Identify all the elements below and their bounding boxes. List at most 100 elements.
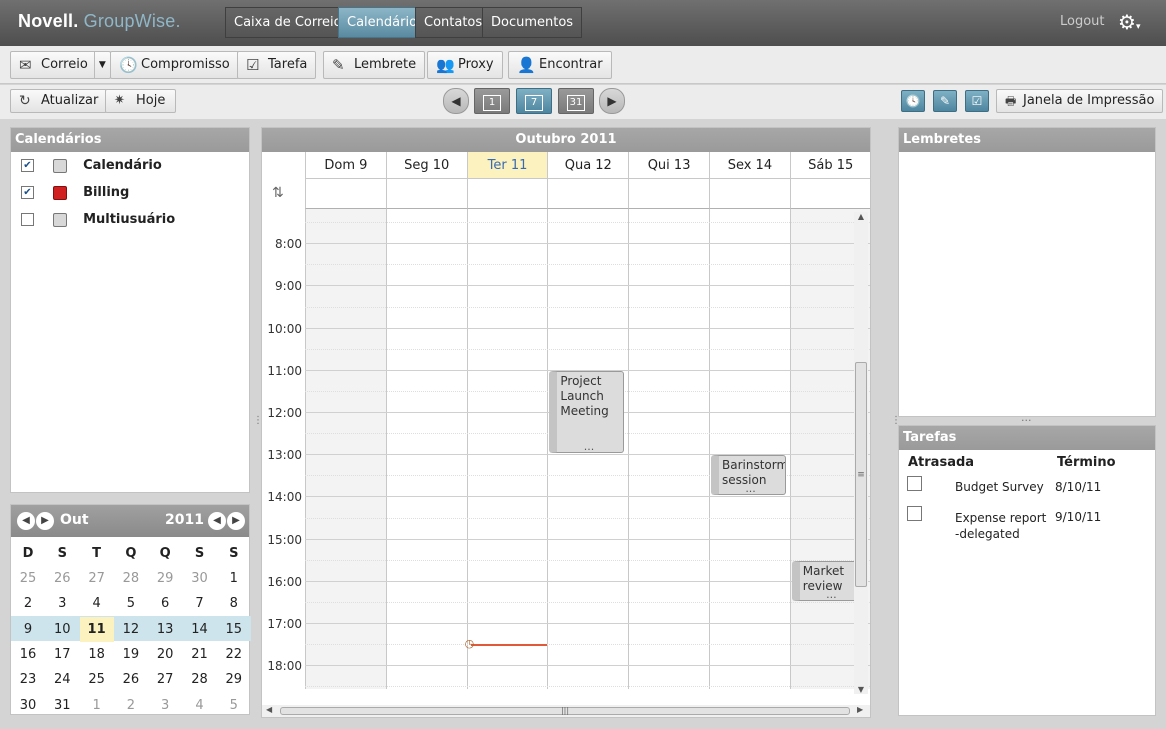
scroll-down-icon[interactable]: ▼ (854, 685, 868, 694)
day-column[interactable] (709, 209, 790, 689)
prev-year-button[interactable]: ◀ (208, 512, 226, 530)
all-day-cell[interactable] (466, 179, 548, 209)
mini-calendar-day[interactable]: 3 (45, 591, 79, 616)
mini-calendar-day[interactable]: 26 (45, 566, 79, 591)
event-resize-handle[interactable]: ... (584, 439, 595, 452)
calendar-event[interactable]: Barinstorm session... (711, 455, 786, 496)
mini-calendar-day[interactable]: 27 (80, 566, 114, 591)
mini-calendar-day[interactable]: 31 (45, 693, 79, 718)
chevron-down-icon[interactable]: ▼ (93, 52, 110, 78)
mini-calendar-day[interactable]: 7 (183, 591, 217, 616)
encontrar-button[interactable]: 👤 Encontrar (508, 51, 612, 79)
mini-calendar-day[interactable]: 8 (217, 591, 251, 616)
day-column[interactable] (305, 209, 386, 689)
atualizar-button[interactable]: ↻ Atualizar (10, 89, 108, 113)
month-view-button[interactable]: 31 (558, 88, 594, 114)
calendar-checkbox[interactable]: ✔ (21, 186, 34, 199)
previous-week-button[interactable]: ◀ (443, 88, 469, 114)
mini-calendar-day[interactable]: 13 (148, 617, 182, 642)
scroll-up-icon[interactable]: ▲ (854, 212, 868, 221)
task-check-icon[interactable]: ☑ (965, 90, 989, 112)
mini-calendar-day[interactable]: 21 (183, 642, 217, 667)
next-year-button[interactable]: ▶ (227, 512, 245, 530)
mini-calendar-day[interactable]: 3 (148, 693, 182, 718)
mini-calendar-day[interactable]: 14 (183, 617, 217, 642)
mini-calendar-day[interactable]: 12 (114, 617, 148, 642)
mini-calendar-day[interactable]: 18 (80, 642, 114, 667)
mini-calendar-day[interactable]: 26 (114, 667, 148, 692)
mini-calendar-day[interactable]: 20 (148, 642, 182, 667)
all-day-cell[interactable] (385, 179, 467, 209)
mini-calendar-day[interactable]: 29 (148, 566, 182, 591)
scroll-left-icon[interactable]: ◀ (266, 705, 272, 714)
clock-icon[interactable]: 🕓 (901, 90, 925, 112)
horizontal-scrollbar[interactable]: ◀ ||| ▶ (262, 705, 870, 717)
print-window-button[interactable]: 🖶 Janela de Impressão (996, 89, 1164, 113)
mini-calendar-day[interactable]: 11 (79, 616, 114, 642)
proxy-button[interactable]: 👥 Proxy (427, 51, 503, 79)
mini-calendar-day[interactable]: 30 (183, 566, 217, 591)
day-header[interactable]: Seg 10 (385, 152, 467, 179)
sort-icon[interactable]: ⇅ (272, 185, 284, 201)
all-day-cell[interactable] (709, 179, 790, 209)
calendar-checkbox[interactable] (21, 213, 34, 226)
day-header[interactable]: Qui 13 (628, 152, 709, 179)
logout-link[interactable]: Logout (1060, 14, 1105, 29)
tab-calendario[interactable]: Calendário (338, 7, 427, 38)
day-header[interactable]: Qua 12 (547, 152, 629, 179)
horizontal-scroll-thumb[interactable]: ||| (280, 707, 850, 715)
mini-calendar-day[interactable]: 4 (183, 693, 217, 718)
mini-calendar-day[interactable]: 9 (11, 617, 45, 642)
vertical-scrollbar[interactable]: ▲ ≡ ▼ (854, 212, 868, 694)
mini-calendar-day[interactable]: 1 (80, 693, 114, 718)
event-resize-handle[interactable]: ... (745, 481, 756, 494)
tarefa-button[interactable]: ☑ Tarefa (237, 51, 317, 79)
scroll-right-icon[interactable]: ▶ (857, 705, 863, 714)
mini-calendar-day[interactable]: 28 (114, 566, 148, 591)
day-column[interactable] (466, 209, 548, 689)
mini-calendar-day[interactable]: 1 (217, 566, 251, 591)
hoje-button[interactable]: ✷ Hoje (105, 89, 177, 113)
tab-caixa-de-correio[interactable]: Caixa de Correio (225, 7, 351, 38)
calendar-checkbox[interactable]: ✔ (21, 159, 34, 172)
all-day-cell[interactable] (789, 179, 870, 209)
mini-calendar-day[interactable]: 19 (114, 642, 148, 667)
mini-calendar-day[interactable]: 5 (217, 693, 251, 718)
next-month-button[interactable]: ▶ (36, 512, 54, 530)
mini-calendar-day[interactable]: 24 (45, 667, 79, 692)
mini-calendar-day[interactable]: 15 (217, 617, 251, 642)
mini-calendar-day[interactable]: 4 (80, 591, 114, 616)
lembrete-button[interactable]: ✎ Lembrete (323, 51, 426, 79)
next-week-button[interactable]: ▶ (599, 88, 625, 114)
edit-icon[interactable]: ✎ (933, 90, 957, 112)
mini-calendar-day[interactable]: 29 (217, 667, 251, 692)
time-grid[interactable]: 7:008:009:0010:0011:0012:0013:0014:0015:… (262, 209, 870, 689)
calendar-event[interactable]: Project Launch Meeting... (549, 370, 625, 454)
mini-calendar-day[interactable]: 25 (80, 667, 114, 692)
tab-documentos[interactable]: Documentos (482, 7, 583, 38)
mini-calendar-day[interactable]: 27 (148, 667, 182, 692)
day-header[interactable]: Dom 9 (305, 152, 386, 179)
mini-calendar-day[interactable]: 22 (217, 642, 251, 667)
mini-calendar-day[interactable]: 30 (11, 693, 45, 718)
day-column[interactable] (385, 209, 467, 689)
mini-calendar-day[interactable]: 16 (11, 642, 45, 667)
day-header[interactable]: Ter 11 (466, 152, 548, 179)
mini-calendar-day[interactable]: 2 (11, 591, 45, 616)
event-resize-handle[interactable]: ... (826, 587, 837, 600)
calendar-item-calendario[interactable]: ✔ Calendário (21, 155, 162, 177)
all-day-cell[interactable] (305, 179, 386, 209)
tab-contatos[interactable]: Contatos (415, 7, 492, 38)
task-checkbox[interactable] (907, 506, 922, 521)
all-day-cell[interactable] (547, 179, 629, 209)
mini-calendar-day[interactable]: 25 (11, 566, 45, 591)
day-column[interactable] (628, 209, 709, 689)
prev-month-button[interactable]: ◀ (17, 512, 35, 530)
mini-calendar-day[interactable]: 2 (114, 693, 148, 718)
mini-calendar-day[interactable]: 17 (45, 642, 79, 667)
mini-calendar-day[interactable]: 10 (45, 617, 79, 642)
mini-calendar-day[interactable]: 23 (11, 667, 45, 692)
mini-calendar-day[interactable]: 5 (114, 591, 148, 616)
gear-icon[interactable]: ⚙▾ (1118, 10, 1140, 34)
vertical-scroll-thumb[interactable]: ≡ (855, 362, 867, 587)
